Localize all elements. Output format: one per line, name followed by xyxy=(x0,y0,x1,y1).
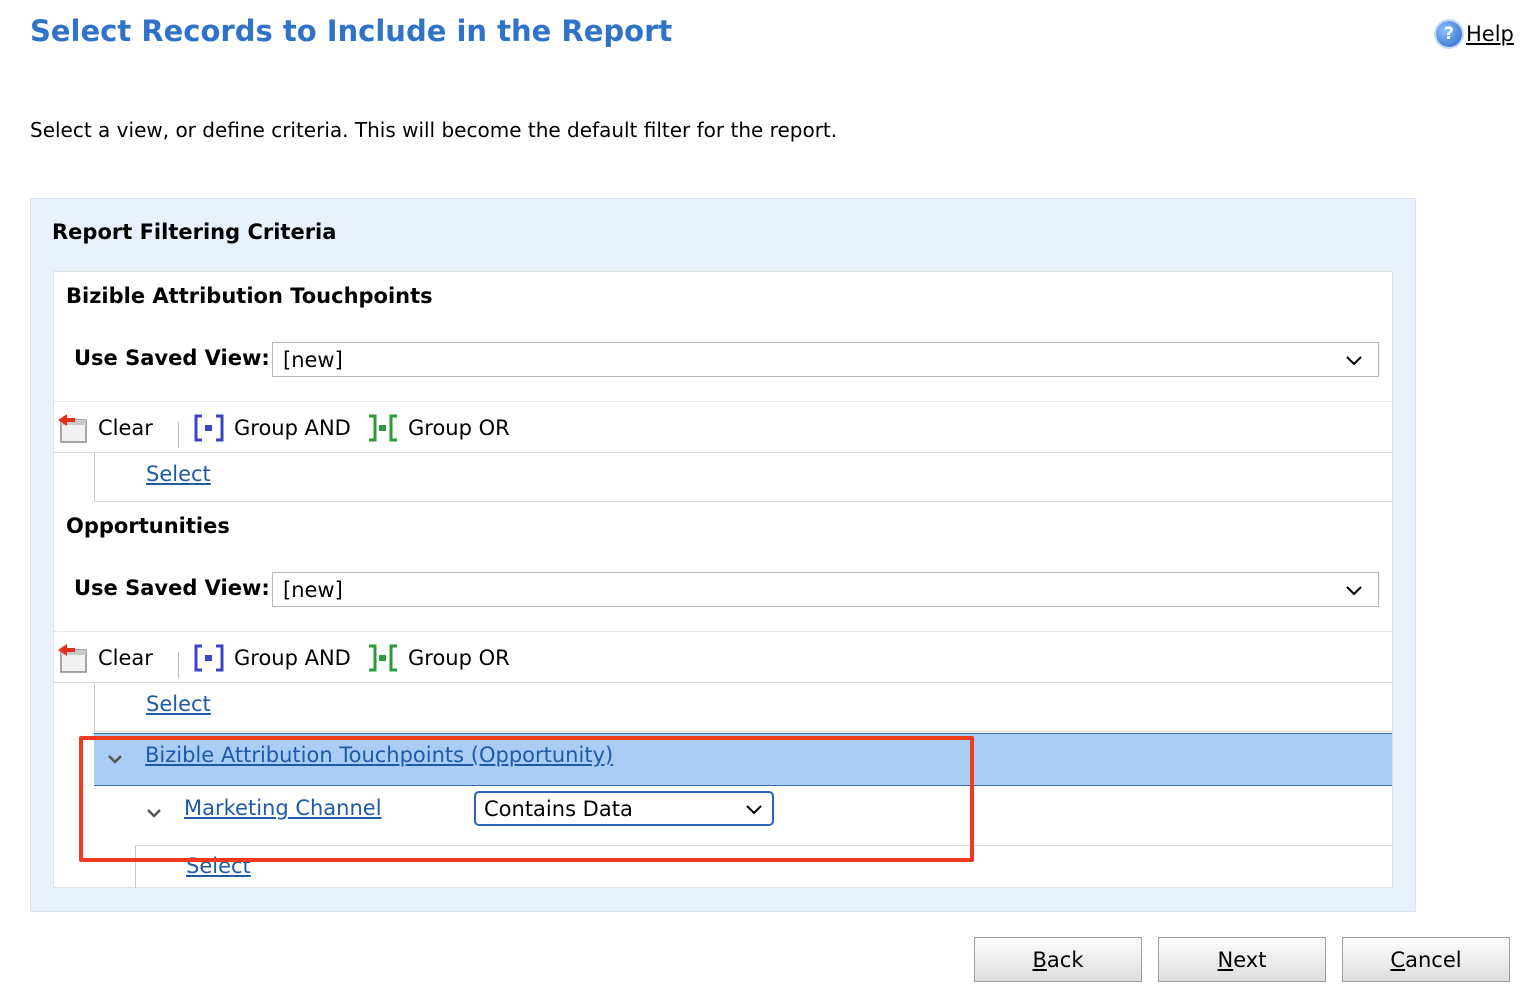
group-or-button[interactable]: Group OR xyxy=(366,642,510,674)
criteria-area-touchpoints: Select xyxy=(94,452,1392,502)
group-and-label: Group AND xyxy=(234,416,351,440)
chevron-down-icon xyxy=(746,805,762,815)
help-link[interactable]: ? Help xyxy=(1436,20,1514,48)
cancel-label: ancel xyxy=(1405,947,1462,972)
group-and-button[interactable]: Group AND xyxy=(192,412,351,444)
collapse-icon[interactable] xyxy=(146,805,162,821)
select-field-link[interactable]: Select xyxy=(146,462,211,486)
panel-heading: Report Filtering Criteria xyxy=(52,220,337,244)
select-field-link[interactable]: Select xyxy=(146,692,211,716)
clear-button[interactable]: Clear xyxy=(56,412,153,444)
condition-operator-select[interactable]: Contains Data xyxy=(474,791,774,826)
cancel-accel: C xyxy=(1390,947,1406,972)
clear-icon xyxy=(58,414,87,443)
saved-view-value: [new] xyxy=(283,577,343,602)
toolbar-separator xyxy=(178,422,179,448)
saved-view-value: [new] xyxy=(283,347,343,372)
next-button[interactable]: Next xyxy=(1158,937,1326,982)
back-button[interactable]: Back xyxy=(974,937,1142,982)
clear-label: Clear xyxy=(98,646,153,670)
group-or-button[interactable]: Group OR xyxy=(366,412,510,444)
next-label: ext xyxy=(1233,947,1267,972)
group-or-icon xyxy=(369,644,397,672)
group-and-icon xyxy=(194,644,224,672)
back-accel: B xyxy=(1032,947,1047,972)
entity-title-opportunities: Opportunities xyxy=(66,514,230,538)
toolbar-opportunities: Clear Group AND Group OR xyxy=(54,631,1392,683)
clear-label: Clear xyxy=(98,416,153,440)
toolbar-separator xyxy=(178,652,179,678)
group-or-label: Group OR xyxy=(408,646,510,670)
group-or-icon xyxy=(369,414,397,442)
related-entity-row[interactable]: Bizible Attribution Touchpoints (Opportu… xyxy=(94,733,1392,786)
help-icon: ? xyxy=(1436,21,1462,47)
saved-view-select-touchpoints[interactable]: [new] xyxy=(272,342,1379,377)
saved-view-label: Use Saved View: xyxy=(74,346,270,370)
collapse-icon[interactable] xyxy=(107,751,123,767)
page-title: Select Records to Include in the Report xyxy=(30,14,673,48)
group-and-button[interactable]: Group AND xyxy=(192,642,351,674)
condition-operator-value: Contains Data xyxy=(484,796,633,821)
clear-button[interactable]: Clear xyxy=(56,642,153,674)
criteria-area-opportunities: Select xyxy=(94,682,1392,732)
chevron-down-icon xyxy=(1346,356,1362,366)
back-label: ack xyxy=(1046,947,1084,972)
entity-title-touchpoints: Bizible Attribution Touchpoints xyxy=(66,284,433,308)
saved-view-label: Use Saved View: xyxy=(74,576,270,600)
clear-icon xyxy=(58,644,87,673)
related-entity-link[interactable]: Bizible Attribution Touchpoints (Opportu… xyxy=(145,743,613,767)
saved-view-select-opportunities[interactable]: [new] xyxy=(272,572,1379,607)
group-or-label: Group OR xyxy=(408,416,510,440)
group-and-label: Group AND xyxy=(234,646,351,670)
help-label: Help xyxy=(1466,22,1514,46)
next-accel: N xyxy=(1217,947,1234,972)
sub-criteria-area: Select xyxy=(135,845,1392,888)
cancel-button[interactable]: Cancel xyxy=(1342,937,1510,982)
group-and-icon xyxy=(194,414,224,442)
instructions-text: Select a view, or define criteria. This … xyxy=(30,118,838,142)
select-field-link[interactable]: Select xyxy=(186,854,251,878)
toolbar-touchpoints: Clear Group AND Group OR xyxy=(54,401,1392,453)
condition-field-link[interactable]: Marketing Channel xyxy=(184,796,382,820)
chevron-down-icon xyxy=(1346,586,1362,596)
